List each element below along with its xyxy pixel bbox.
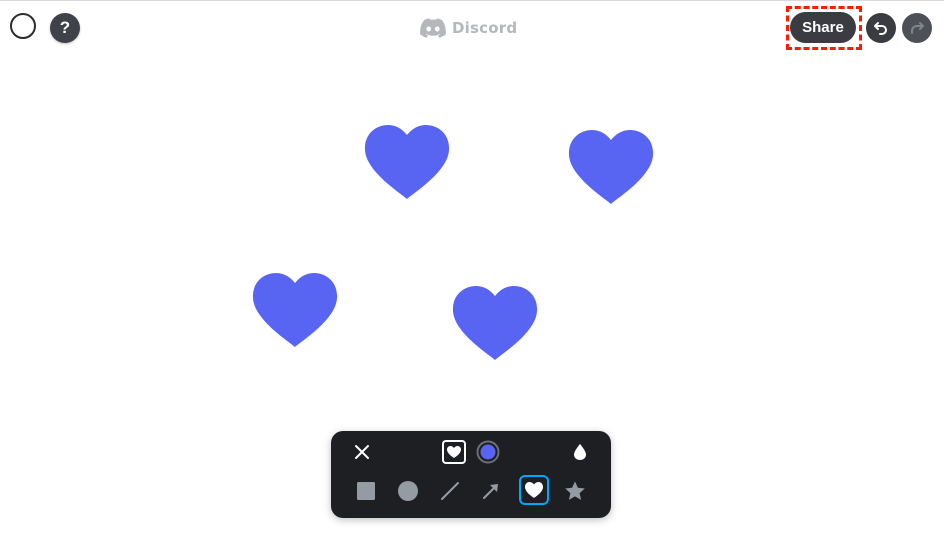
droplet-icon: [574, 444, 586, 460]
activity-canvas[interactable]: ? Discord Share: [0, 0, 944, 535]
discord-logo-icon: [420, 18, 446, 38]
color-picker-button[interactable]: [476, 440, 500, 464]
color-swatch-icon: [476, 440, 500, 464]
undo-icon: [874, 22, 887, 35]
tool-line[interactable]: [437, 478, 463, 504]
tool-heart[interactable]: [519, 475, 549, 505]
tool-circle[interactable]: [395, 478, 421, 504]
share-label: Share: [802, 19, 844, 36]
arrow-icon: [483, 484, 498, 499]
heart-shape[interactable]: [252, 272, 338, 348]
tool-star[interactable]: [562, 478, 588, 504]
close-icon: [355, 445, 369, 459]
square-icon: [357, 482, 375, 500]
selected-shape-button[interactable]: [442, 440, 466, 464]
tool-arrow[interactable]: [478, 478, 504, 504]
help-button[interactable]: ?: [50, 13, 80, 43]
status-circle-icon[interactable]: [10, 13, 36, 39]
share-button[interactable]: Share: [790, 12, 856, 43]
heart-shape[interactable]: [364, 124, 450, 200]
redo-button[interactable]: [902, 13, 932, 43]
star-icon: [565, 481, 585, 500]
brand-label: Discord: [452, 19, 518, 37]
opacity-button[interactable]: [569, 441, 591, 463]
circle-icon: [398, 481, 418, 501]
heart-icon: [525, 482, 543, 498]
help-label: ?: [59, 18, 71, 37]
tool-square[interactable]: [353, 478, 379, 504]
redo-icon: [911, 22, 924, 34]
heart-icon: [442, 440, 466, 464]
heart-shape[interactable]: [568, 129, 654, 205]
heart-shape[interactable]: [452, 285, 538, 361]
close-button[interactable]: [351, 441, 373, 463]
undo-button[interactable]: [866, 13, 896, 43]
discord-brand: Discord: [420, 17, 517, 39]
drawing-toolbar: [331, 431, 611, 518]
line-icon: [441, 482, 459, 500]
